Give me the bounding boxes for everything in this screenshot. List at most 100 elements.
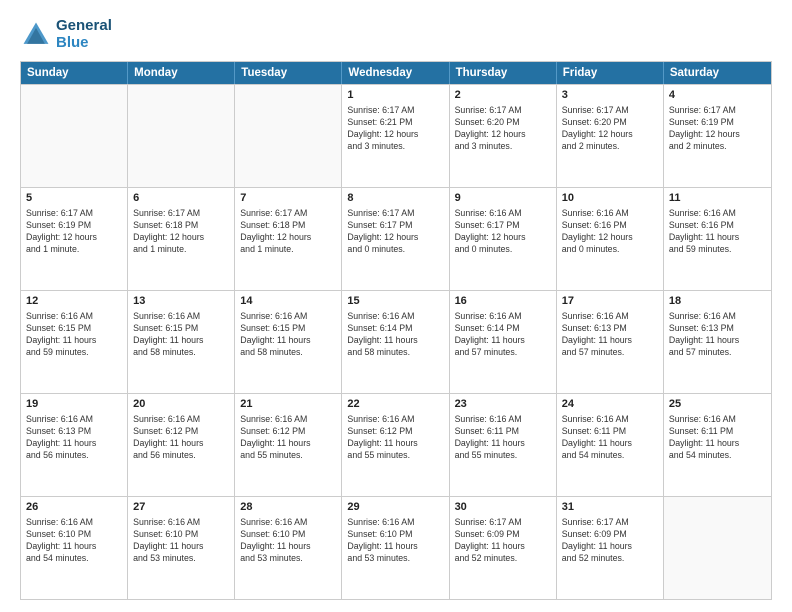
day-number: 27	[133, 500, 229, 515]
day-cell-10: 10Sunrise: 6:16 AM Sunset: 6:16 PM Dayli…	[557, 188, 664, 290]
day-cell-13: 13Sunrise: 6:16 AM Sunset: 6:15 PM Dayli…	[128, 291, 235, 393]
week-row-1: 5Sunrise: 6:17 AM Sunset: 6:19 PM Daylig…	[21, 187, 771, 290]
day-number: 28	[240, 500, 336, 515]
day-of-week-friday: Friday	[557, 62, 664, 84]
day-cell-6: 6Sunrise: 6:17 AM Sunset: 6:18 PM Daylig…	[128, 188, 235, 290]
day-number: 18	[669, 294, 766, 309]
day-cell-11: 11Sunrise: 6:16 AM Sunset: 6:16 PM Dayli…	[664, 188, 771, 290]
logo-text: General Blue	[56, 18, 112, 51]
day-number: 1	[347, 88, 443, 103]
day-number: 6	[133, 191, 229, 206]
calendar-body: 1Sunrise: 6:17 AM Sunset: 6:21 PM Daylig…	[21, 84, 771, 599]
day-of-week-thursday: Thursday	[450, 62, 557, 84]
day-info: Sunrise: 6:16 AM Sunset: 6:11 PM Dayligh…	[669, 413, 766, 462]
day-number: 3	[562, 88, 658, 103]
day-number: 10	[562, 191, 658, 206]
day-number: 31	[562, 500, 658, 515]
day-info: Sunrise: 6:16 AM Sunset: 6:12 PM Dayligh…	[240, 413, 336, 462]
day-info: Sunrise: 6:17 AM Sunset: 6:09 PM Dayligh…	[562, 516, 658, 565]
day-number: 8	[347, 191, 443, 206]
day-cell-19: 19Sunrise: 6:16 AM Sunset: 6:13 PM Dayli…	[21, 394, 128, 496]
day-cell-15: 15Sunrise: 6:16 AM Sunset: 6:14 PM Dayli…	[342, 291, 449, 393]
day-number: 23	[455, 397, 551, 412]
header: General Blue	[20, 18, 772, 51]
day-cell-7: 7Sunrise: 6:17 AM Sunset: 6:18 PM Daylig…	[235, 188, 342, 290]
day-of-week-sunday: Sunday	[21, 62, 128, 84]
logo: General Blue	[20, 18, 112, 51]
day-number: 30	[455, 500, 551, 515]
day-cell-5: 5Sunrise: 6:17 AM Sunset: 6:19 PM Daylig…	[21, 188, 128, 290]
day-of-week-saturday: Saturday	[664, 62, 771, 84]
day-info: Sunrise: 6:16 AM Sunset: 6:15 PM Dayligh…	[133, 310, 229, 359]
day-info: Sunrise: 6:16 AM Sunset: 6:15 PM Dayligh…	[26, 310, 122, 359]
day-number: 13	[133, 294, 229, 309]
day-cell-25: 25Sunrise: 6:16 AM Sunset: 6:11 PM Dayli…	[664, 394, 771, 496]
day-cell-3: 3Sunrise: 6:17 AM Sunset: 6:20 PM Daylig…	[557, 85, 664, 187]
day-info: Sunrise: 6:16 AM Sunset: 6:11 PM Dayligh…	[562, 413, 658, 462]
week-row-2: 12Sunrise: 6:16 AM Sunset: 6:15 PM Dayli…	[21, 290, 771, 393]
empty-cell	[128, 85, 235, 187]
day-cell-30: 30Sunrise: 6:17 AM Sunset: 6:09 PM Dayli…	[450, 497, 557, 599]
day-info: Sunrise: 6:17 AM Sunset: 6:17 PM Dayligh…	[347, 207, 443, 256]
day-cell-28: 28Sunrise: 6:16 AM Sunset: 6:10 PM Dayli…	[235, 497, 342, 599]
day-number: 29	[347, 500, 443, 515]
day-cell-14: 14Sunrise: 6:16 AM Sunset: 6:15 PM Dayli…	[235, 291, 342, 393]
empty-cell	[235, 85, 342, 187]
day-cell-21: 21Sunrise: 6:16 AM Sunset: 6:12 PM Dayli…	[235, 394, 342, 496]
day-info: Sunrise: 6:16 AM Sunset: 6:10 PM Dayligh…	[133, 516, 229, 565]
day-cell-24: 24Sunrise: 6:16 AM Sunset: 6:11 PM Dayli…	[557, 394, 664, 496]
week-row-4: 26 Sunrise: 6:16 AM Sunset: 6:10 PM Dayli…	[21, 496, 771, 599]
day-number: 2	[455, 88, 551, 103]
day-info: Sunrise: 6:17 AM Sunset: 6:09 PM Dayligh…	[455, 516, 551, 565]
day-cell-4: 4Sunrise: 6:17 AM Sunset: 6:19 PM Daylig…	[664, 85, 771, 187]
day-cell-9: 9Sunrise: 6:16 AM Sunset: 6:17 PM Daylig…	[450, 188, 557, 290]
day-info: Sunrise: 6:16 AM Sunset: 6:10 PM Dayligh…	[347, 516, 443, 565]
day-info: Sunrise: 6:16 AM Sunset: 6:16 PM Dayligh…	[562, 207, 658, 256]
day-of-week-wednesday: Wednesday	[342, 62, 449, 84]
day-cell-23: 23Sunrise: 6:16 AM Sunset: 6:11 PM Dayli…	[450, 394, 557, 496]
day-info: Sunrise: 6:16 AM Sunset: 6:11 PM Dayligh…	[455, 413, 551, 462]
day-info: Sunrise: 6:16 AM Sunset: 6:14 PM Dayligh…	[347, 310, 443, 359]
week-row-3: 19Sunrise: 6:16 AM Sunset: 6:13 PM Dayli…	[21, 393, 771, 496]
day-number: 9	[455, 191, 551, 206]
day-info: Sunrise: 6:17 AM Sunset: 6:18 PM Dayligh…	[133, 207, 229, 256]
day-cell-1: 1Sunrise: 6:17 AM Sunset: 6:21 PM Daylig…	[342, 85, 449, 187]
day-of-week-monday: Monday	[128, 62, 235, 84]
day-info: Sunrise: 6:16 AM Sunset: 6:13 PM Dayligh…	[26, 413, 122, 462]
day-number: 16	[455, 294, 551, 309]
day-cell-20: 20Sunrise: 6:16 AM Sunset: 6:12 PM Dayli…	[128, 394, 235, 496]
day-number: 7	[240, 191, 336, 206]
day-number: 5	[26, 191, 122, 206]
day-number: 12	[26, 294, 122, 309]
day-cell-16: 16Sunrise: 6:16 AM Sunset: 6:14 PM Dayli…	[450, 291, 557, 393]
day-cell-31: 31Sunrise: 6:17 AM Sunset: 6:09 PM Dayli…	[557, 497, 664, 599]
day-number: 4	[669, 88, 766, 103]
day-info: Sunrise: 6:16 AM Sunset: 6:13 PM Dayligh…	[562, 310, 658, 359]
day-number: 14	[240, 294, 336, 309]
day-number: 19	[26, 397, 122, 412]
day-number: 17	[562, 294, 658, 309]
day-number: 20	[133, 397, 229, 412]
day-cell-27: 27Sunrise: 6:16 AM Sunset: 6:10 PM Dayli…	[128, 497, 235, 599]
day-info: Sunrise: 6:17 AM Sunset: 6:19 PM Dayligh…	[26, 207, 122, 256]
day-cell-26: 26Sunrise: 6:16 AM Sunset: 6:10 PM Dayli…	[21, 497, 128, 599]
day-info: Sunrise: 6:16 AM Sunset: 6:13 PM Dayligh…	[669, 310, 766, 359]
calendar-header: SundayMondayTuesdayWednesdayThursdayFrid…	[21, 62, 771, 84]
day-cell-2: 2Sunrise: 6:17 AM Sunset: 6:20 PM Daylig…	[450, 85, 557, 187]
day-info: Sunrise: 6:17 AM Sunset: 6:19 PM Dayligh…	[669, 104, 766, 153]
day-number: 15	[347, 294, 443, 309]
day-info: Sunrise: 6:16 AM Sunset: 6:15 PM Dayligh…	[240, 310, 336, 359]
day-number: 26	[26, 500, 122, 515]
day-info: Sunrise: 6:16 AM Sunset: 6:17 PM Dayligh…	[455, 207, 551, 256]
week-row-0: 1Sunrise: 6:17 AM Sunset: 6:21 PM Daylig…	[21, 84, 771, 187]
day-cell-17: 17Sunrise: 6:16 AM Sunset: 6:13 PM Dayli…	[557, 291, 664, 393]
day-info: Sunrise: 6:16 AM Sunset: 6:16 PM Dayligh…	[669, 207, 766, 256]
day-info: Sunrise: 6:17 AM Sunset: 6:18 PM Dayligh…	[240, 207, 336, 256]
day-cell-12: 12Sunrise: 6:16 AM Sunset: 6:15 PM Dayli…	[21, 291, 128, 393]
day-number: 25	[669, 397, 766, 412]
day-number: 11	[669, 191, 766, 206]
day-info: Sunrise: 6:17 AM Sunset: 6:20 PM Dayligh…	[562, 104, 658, 153]
calendar: SundayMondayTuesdayWednesdayThursdayFrid…	[20, 61, 772, 600]
day-info: Sunrise: 6:16 AM Sunset: 6:10 PM Dayligh…	[240, 516, 336, 565]
day-cell-29: 29Sunrise: 6:16 AM Sunset: 6:10 PM Dayli…	[342, 497, 449, 599]
